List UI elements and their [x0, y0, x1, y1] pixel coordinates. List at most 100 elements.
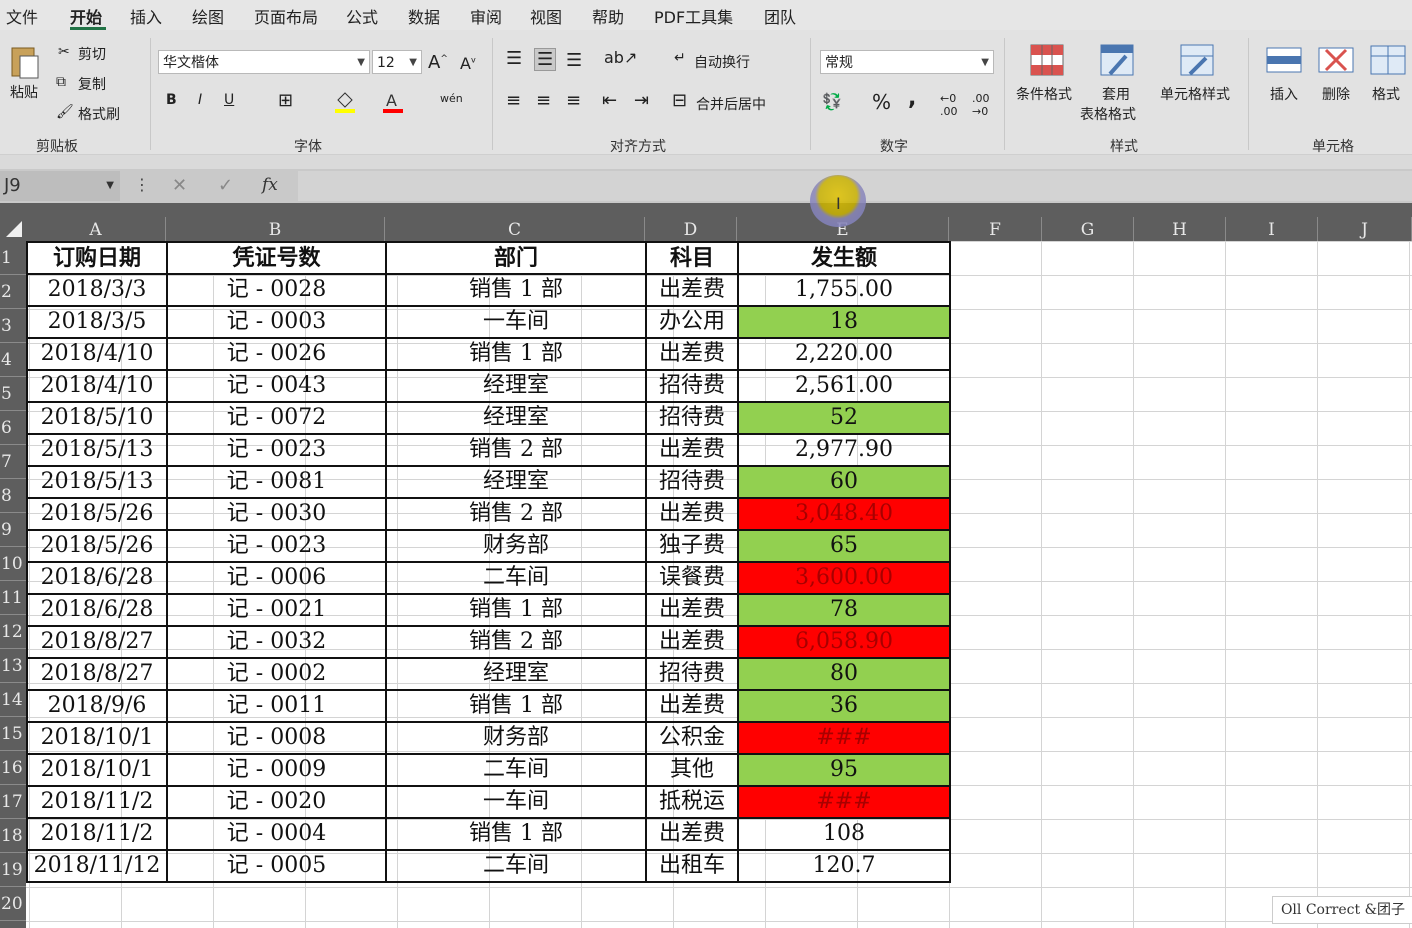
- table-cell[interactable]: 一车间: [385, 305, 647, 339]
- header-cell[interactable]: 发生额: [737, 241, 951, 275]
- menu-item[interactable]: 团队: [764, 4, 796, 28]
- orientation-icon[interactable]: ab↗: [604, 48, 637, 67]
- menu-item[interactable]: 文件: [6, 4, 38, 28]
- menu-item[interactable]: 数据: [408, 4, 440, 28]
- menu-item[interactable]: 开始: [70, 4, 102, 28]
- confirm-icon[interactable]: ✓: [218, 175, 233, 196]
- table-cell[interactable]: 2,220.00: [737, 337, 951, 371]
- row-header[interactable]: 15: [0, 717, 26, 751]
- table-cell[interactable]: 招待费: [645, 369, 739, 403]
- table-cell[interactable]: 销售 1 部: [385, 593, 647, 627]
- table-cell[interactable]: 销售 2 部: [385, 625, 647, 659]
- row-header[interactable]: 11: [0, 581, 26, 615]
- conditional-format-icon[interactable]: [1030, 44, 1064, 76]
- table-cell[interactable]: 出差费: [645, 273, 739, 307]
- table-cell[interactable]: 1,755.00: [737, 273, 951, 307]
- row-header[interactable]: 18: [0, 819, 26, 853]
- fill-color-icon[interactable]: [334, 90, 356, 114]
- font-size-select[interactable]: 12 ▼: [372, 50, 422, 74]
- table-cell[interactable]: 120.7: [737, 849, 951, 883]
- table-cell[interactable]: 2018/5/26: [26, 529, 168, 563]
- table-cell[interactable]: 2018/5/10: [26, 401, 168, 435]
- paste-button[interactable]: 粘贴: [10, 82, 38, 102]
- row-header[interactable]: 6: [0, 411, 26, 445]
- insert-function-icon[interactable]: fx: [262, 175, 278, 195]
- align-middle-icon[interactable]: ☰: [534, 48, 557, 71]
- number-format-select[interactable]: 常规 ▼: [820, 50, 994, 74]
- cell-styles-button[interactable]: 单元格样式: [1160, 84, 1230, 104]
- table-cell[interactable]: 公积金: [645, 721, 739, 755]
- table-cell[interactable]: 2018/5/13: [26, 433, 168, 467]
- increase-indent-icon[interactable]: ⇥: [634, 90, 649, 111]
- table-cell[interactable]: 二车间: [385, 561, 647, 595]
- table-cell[interactable]: 记 - 0011: [166, 689, 387, 723]
- table-cell[interactable]: 65: [737, 529, 951, 563]
- table-cell[interactable]: 办公用: [645, 305, 739, 339]
- paste-icon[interactable]: [10, 44, 42, 80]
- row-header[interactable]: 3: [0, 309, 26, 343]
- table-cell[interactable]: 78: [737, 593, 951, 627]
- column-header[interactable]: A: [26, 217, 166, 241]
- table-cell[interactable]: 销售 1 部: [385, 337, 647, 371]
- row-header[interactable]: 8: [0, 479, 26, 513]
- table-cell[interactable]: 记 - 0026: [166, 337, 387, 371]
- table-cell[interactable]: 2018/11/2: [26, 785, 168, 819]
- column-header[interactable]: I: [1226, 217, 1318, 241]
- format-as-table-button-line2[interactable]: 表格格式: [1080, 104, 1136, 124]
- insert-cells-button[interactable]: 插入: [1270, 84, 1298, 104]
- column-header[interactable]: C: [385, 217, 645, 241]
- cancel-icon[interactable]: ✕: [172, 175, 187, 196]
- table-cell[interactable]: 财务部: [385, 529, 647, 563]
- comma-button[interactable]: ,: [908, 86, 916, 111]
- align-right-icon[interactable]: ≡: [566, 90, 581, 111]
- table-cell[interactable]: 36: [737, 689, 951, 723]
- table-cell[interactable]: 2018/10/1: [26, 753, 168, 787]
- name-box[interactable]: J9 ▼: [0, 171, 120, 201]
- table-cell[interactable]: 记 - 0028: [166, 273, 387, 307]
- chevron-down-icon[interactable]: ▼: [106, 171, 114, 201]
- table-cell[interactable]: 经理室: [385, 401, 647, 435]
- wrap-text-button[interactable]: 自动换行: [694, 52, 750, 72]
- align-center-icon[interactable]: ≡: [536, 90, 551, 111]
- table-cell[interactable]: 2018/4/10: [26, 337, 168, 371]
- cut-button[interactable]: 剪切: [78, 44, 106, 64]
- align-bottom-icon[interactable]: ☰: [566, 50, 582, 71]
- column-header[interactable]: B: [166, 217, 385, 241]
- format-cells-button[interactable]: 格式: [1372, 84, 1400, 104]
- table-cell[interactable]: 经理室: [385, 465, 647, 499]
- table-cell[interactable]: 一车间: [385, 785, 647, 819]
- wrap-text-icon[interactable]: ↵: [674, 50, 686, 66]
- table-cell[interactable]: 出租车: [645, 849, 739, 883]
- table-cell[interactable]: 独子费: [645, 529, 739, 563]
- row-header[interactable]: 20: [0, 887, 26, 921]
- delete-cells-button[interactable]: 删除: [1322, 84, 1350, 104]
- column-header[interactable]: F: [949, 217, 1042, 241]
- table-cell[interactable]: 2018/11/2: [26, 817, 168, 851]
- table-cell[interactable]: 二车间: [385, 753, 647, 787]
- header-cell[interactable]: 凭证号数: [166, 241, 387, 275]
- row-header[interactable]: 1: [0, 241, 26, 275]
- copy-icon[interactable]: ⧉: [56, 74, 66, 90]
- table-cell[interactable]: 销售 1 部: [385, 689, 647, 723]
- table-cell[interactable]: 52: [737, 401, 951, 435]
- font-name-select[interactable]: 华文楷体 ▼: [158, 50, 370, 74]
- table-cell[interactable]: 记 - 0030: [166, 497, 387, 531]
- table-cell[interactable]: 2018/8/27: [26, 657, 168, 691]
- row-header[interactable]: 19: [0, 853, 26, 887]
- table-cell[interactable]: 招待费: [645, 657, 739, 691]
- table-cell[interactable]: 2018/6/28: [26, 561, 168, 595]
- table-cell[interactable]: 销售 2 部: [385, 433, 647, 467]
- border-icon[interactable]: ⊞: [278, 90, 293, 111]
- row-header[interactable]: 10: [0, 547, 26, 581]
- row-header[interactable]: 2: [0, 275, 26, 309]
- table-cell[interactable]: 95: [737, 753, 951, 787]
- more-options-icon[interactable]: ⋮: [134, 175, 150, 194]
- table-cell[interactable]: 记 - 0021: [166, 593, 387, 627]
- currency-icon[interactable]: 💱: [822, 92, 842, 111]
- table-cell[interactable]: 记 - 0081: [166, 465, 387, 499]
- table-cell[interactable]: 记 - 0002: [166, 657, 387, 691]
- table-cell[interactable]: 误餐费: [645, 561, 739, 595]
- table-cell[interactable]: 2018/6/28: [26, 593, 168, 627]
- table-cell[interactable]: 销售 2 部: [385, 497, 647, 531]
- row-header[interactable]: 12: [0, 615, 26, 649]
